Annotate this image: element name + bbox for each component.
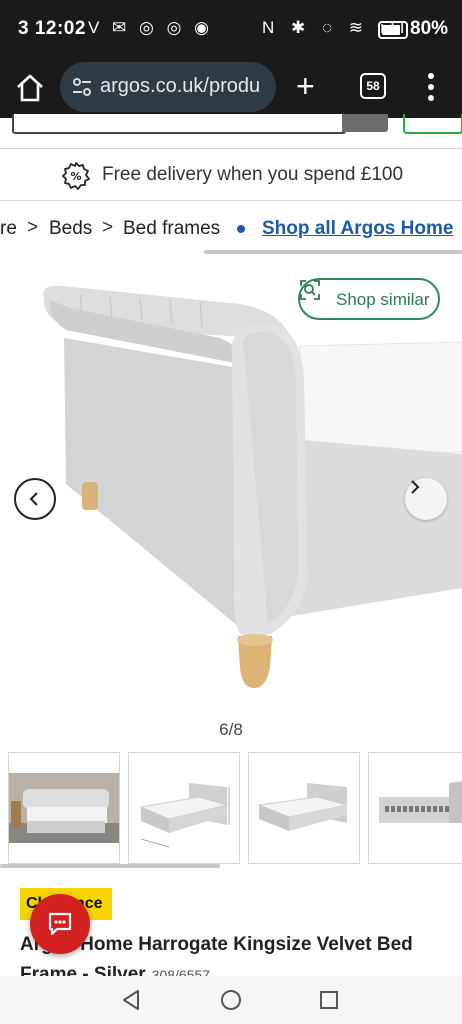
thumbnail-image	[257, 783, 348, 831]
thumbnail-strip	[0, 752, 462, 864]
breadcrumb-item[interactable]: Bed frames	[123, 218, 220, 240]
shop-all-link[interactable]: Shop all Argos Home	[262, 218, 453, 240]
chevron-right-icon	[411, 480, 420, 494]
home-icon[interactable]	[14, 72, 46, 104]
thumbnail-scrollbar[interactable]	[0, 864, 220, 868]
next-image-button[interactable]	[405, 478, 447, 520]
previous-image-button[interactable]	[14, 478, 56, 520]
breadcrumb-item[interactable]: Beds	[49, 218, 92, 240]
divider	[0, 148, 462, 149]
thumbnail[interactable]	[8, 752, 120, 864]
product-image	[43, 285, 462, 688]
chat-button[interactable]	[30, 894, 90, 954]
shop-similar-label: Shop similar	[336, 290, 430, 309]
divider	[0, 200, 462, 201]
status-time: 3 12:02	[18, 18, 86, 39]
bullet-dot-icon	[237, 225, 245, 233]
tabs-icon[interactable]: 58	[360, 73, 386, 99]
visual-search-icon	[300, 280, 320, 300]
breadcrumb-item[interactable]: re	[0, 218, 17, 240]
thumbnail-image	[139, 783, 230, 848]
system-nav-bar	[0, 976, 462, 1024]
search-button[interactable]	[342, 114, 388, 132]
chat-bubble-icon	[48, 912, 72, 936]
image-counter: 6/8	[219, 720, 243, 739]
svg-text:%: %	[70, 170, 81, 183]
breadcrumb-scrollbar[interactable]	[204, 250, 462, 254]
chevron-left-icon	[29, 492, 38, 506]
discount-badge-icon: %	[62, 162, 90, 190]
battery-percent: 80%	[410, 18, 449, 39]
delivery-banner[interactable]: % Free delivery when you spend £100	[0, 150, 462, 200]
search-input[interactable]	[12, 114, 346, 134]
search-row	[0, 114, 462, 148]
tune-icon[interactable]	[70, 75, 94, 99]
shop-similar-button[interactable]: Shop similar	[298, 278, 440, 320]
thumbnail[interactable]	[248, 752, 360, 864]
url-text: argos.co.uk/produ	[100, 75, 261, 97]
basket-button[interactable]	[403, 114, 462, 134]
thumbnail[interactable]	[368, 752, 462, 864]
product-image-gallery[interactable]: Shop similar	[0, 258, 462, 710]
home-circle-icon[interactable]	[217, 986, 245, 1014]
delivery-text: Free delivery when you spend £100	[102, 164, 404, 185]
thumbnail-image	[379, 781, 462, 823]
chevron-right-icon: >	[102, 217, 114, 238]
thumbnail-image	[9, 773, 119, 843]
chevron-right-icon: >	[27, 217, 39, 238]
status-bar: 3 12:02 V ✉ ◎ ◎ ◉ N ✱ ◌ ≋ ıll 80%	[0, 0, 462, 60]
address-bar[interactable]: argos.co.uk/produ	[60, 62, 276, 112]
back-triangle-icon[interactable]	[118, 986, 146, 1014]
recents-square-icon[interactable]	[315, 986, 343, 1014]
plus-icon[interactable]: +	[296, 70, 315, 102]
thumbnail[interactable]	[128, 752, 240, 864]
battery-icon	[378, 21, 408, 39]
more-vert-icon[interactable]	[421, 70, 441, 104]
battery-fill	[382, 25, 400, 35]
browser-toolbar: argos.co.uk/produ + 58	[0, 60, 462, 118]
notification-icons: V ✉ ◎ ◎ ◉	[88, 18, 213, 37]
breadcrumb: re > Beds > Bed frames Shop all Argos Ho…	[0, 202, 462, 248]
